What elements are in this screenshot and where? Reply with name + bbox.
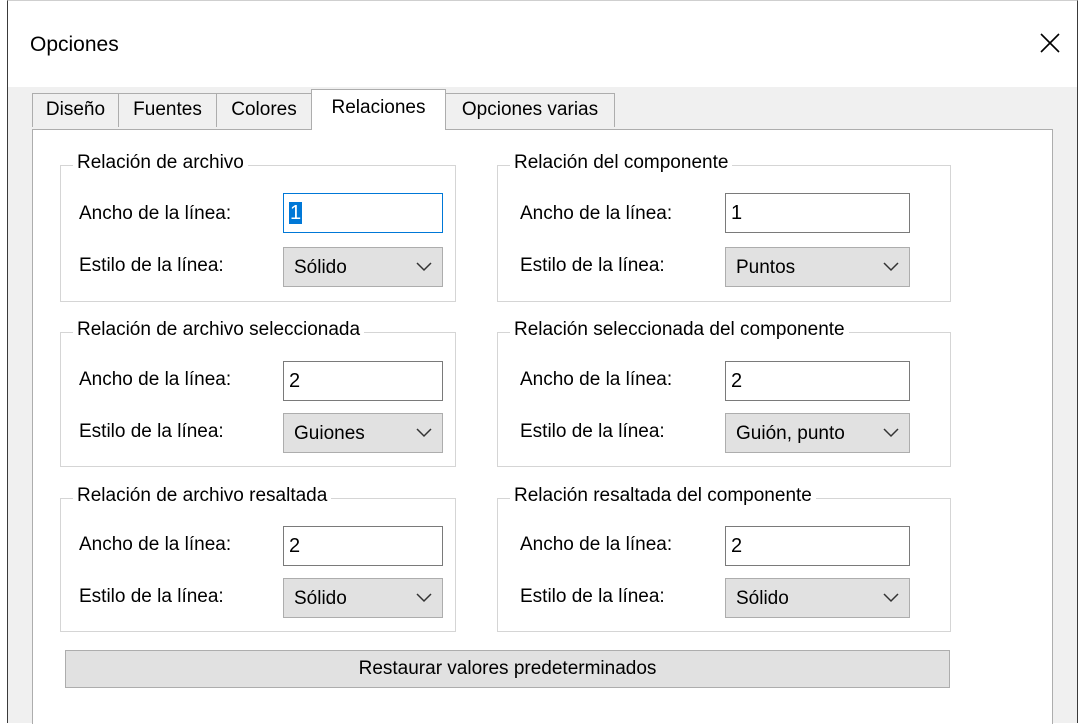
width-label: Ancho de la línea: [79, 534, 232, 555]
tab-diseno[interactable]: Diseño [32, 93, 119, 127]
width-label: Ancho de la línea: [79, 369, 232, 390]
selected-value: Sólido [294, 588, 347, 609]
selected-value: Sólido [294, 257, 347, 278]
group-title: Relación de archivo [73, 152, 248, 174]
close-icon [1040, 33, 1060, 53]
width-label: Ancho de la línea: [79, 203, 232, 224]
selected-value: Puntos [736, 257, 796, 278]
line-style-select[interactable]: Sólido [283, 247, 443, 287]
tab-opciones-varias[interactable]: Opciones varias [445, 93, 615, 127]
width-label: Ancho de la línea: [520, 369, 673, 390]
width-label: Ancho de la línea: [520, 203, 673, 224]
style-label: Estilo de la línea: [79, 255, 224, 276]
title-bar: Opciones [8, 1, 1077, 87]
group-title: Relación seleccionada del componente [510, 319, 849, 341]
line-style-select[interactable]: Guiones [283, 413, 443, 453]
line-style-select[interactable]: Sólido [725, 578, 910, 618]
restore-defaults-button[interactable]: Restaurar valores predeterminados [65, 650, 950, 688]
line-width-input[interactable]: 2 [283, 361, 443, 401]
tab-panel-relaciones: Relación de archivo Ancho de la línea: 1… [32, 129, 1053, 724]
group-title: Relación resaltada del componente [510, 485, 816, 507]
selected-value: Guión, punto [736, 423, 845, 444]
line-width-input[interactable]: 1 [725, 193, 910, 233]
selected-text: 1 [289, 202, 303, 224]
line-style-select[interactable]: Sólido [283, 578, 443, 618]
line-width-input[interactable]: 1 [283, 193, 443, 233]
chevron-down-icon [416, 414, 432, 452]
group-file-relation: Relación de archivo Ancho de la línea: 1… [60, 152, 456, 302]
group-component-relation-selected: Relación seleccionada del componente Anc… [497, 319, 951, 467]
chevron-down-icon [883, 579, 899, 617]
style-label: Estilo de la línea: [79, 586, 224, 607]
chevron-down-icon [883, 414, 899, 452]
options-dialog: Opciones Diseño Fuentes Colores Relacion… [7, 0, 1078, 724]
group-file-relation-highlighted: Relación de archivo resaltada Ancho de l… [60, 485, 456, 632]
tab-relaciones[interactable]: Relaciones [311, 89, 446, 130]
tab-fuentes[interactable]: Fuentes [118, 93, 217, 127]
selected-value: Sólido [736, 588, 789, 609]
line-width-input[interactable]: 2 [283, 526, 443, 566]
group-title: Relación del componente [510, 152, 733, 174]
line-style-select[interactable]: Puntos [725, 247, 910, 287]
group-component-relation-highlighted: Relación resaltada del componente Ancho … [497, 485, 951, 632]
group-title: Relación de archivo resaltada [73, 485, 332, 507]
selected-value: Guiones [294, 423, 365, 444]
dialog-title: Opciones [30, 33, 119, 56]
line-width-input[interactable]: 2 [725, 526, 910, 566]
style-label: Estilo de la línea: [520, 421, 665, 442]
group-title: Relación de archivo seleccionada [73, 319, 365, 341]
style-label: Estilo de la línea: [520, 255, 665, 276]
line-width-input[interactable]: 2 [725, 361, 910, 401]
chevron-down-icon [416, 579, 432, 617]
style-label: Estilo de la línea: [79, 421, 224, 442]
chevron-down-icon [883, 248, 899, 286]
group-component-relation: Relación del componente Ancho de la líne… [497, 152, 951, 302]
tab-colores[interactable]: Colores [216, 93, 312, 127]
close-button[interactable] [1025, 21, 1075, 65]
group-file-relation-selected: Relación de archivo seleccionada Ancho d… [60, 319, 456, 467]
line-style-select[interactable]: Guión, punto [725, 413, 910, 453]
style-label: Estilo de la línea: [520, 586, 665, 607]
width-label: Ancho de la línea: [520, 534, 673, 555]
chevron-down-icon [416, 248, 432, 286]
